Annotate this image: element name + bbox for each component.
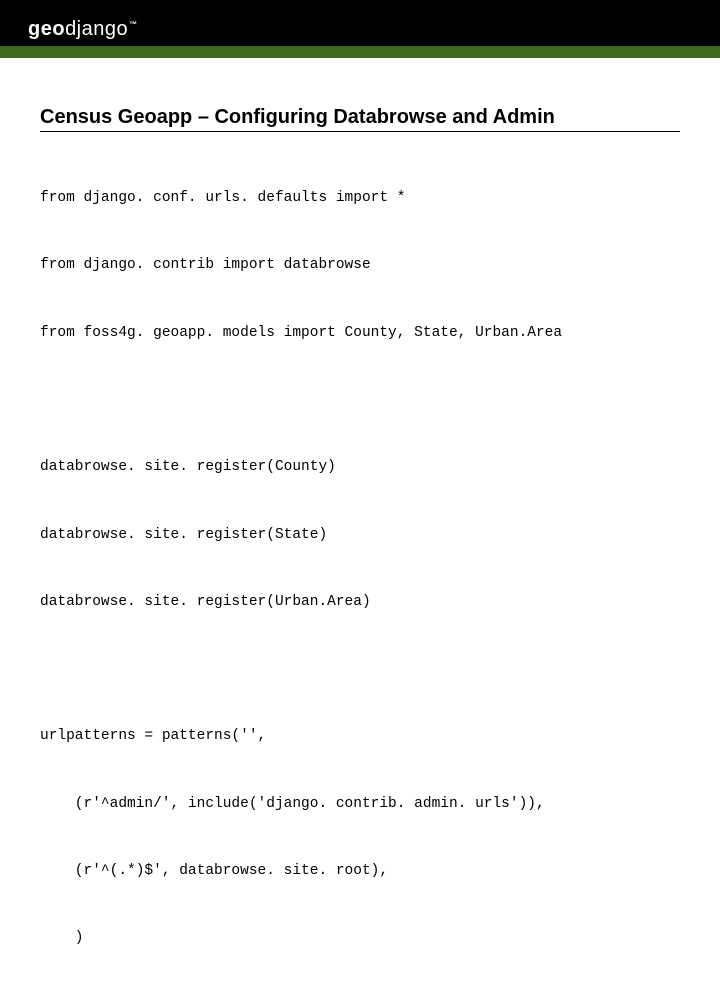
code-line: databrowse. site. register(County) <box>40 456 680 478</box>
code-line: ) <box>40 927 680 949</box>
code-line: (r'^admin/', include('django. contrib. a… <box>40 793 680 815</box>
code-line: databrowse. site. register(Urban.Area) <box>40 591 680 613</box>
trademark-icon: ™ <box>129 20 138 29</box>
brand-geo: geo <box>28 18 65 40</box>
brand-django: django <box>65 18 128 40</box>
code-block-imports: from django. conf. urls. defaults import… <box>40 142 680 389</box>
code-line: from django. conf. urls. defaults import… <box>40 187 680 209</box>
code-line: databrowse. site. register(State) <box>40 524 680 546</box>
code-block-register: databrowse. site. register(County) datab… <box>40 411 680 658</box>
code-line: from foss4g. geoapp. models import Count… <box>40 322 680 344</box>
code-line: from django. contrib import databrowse <box>40 254 680 276</box>
code-line: (r'^(.*)$', databrowse. site. root), <box>40 860 680 882</box>
code-line: urlpatterns = patterns('', <box>40 725 680 747</box>
slide-content: Census Geoapp – Configuring Databrowse a… <box>0 58 720 995</box>
slide-header: geodjango™ <box>0 0 720 58</box>
code-block-urlpatterns: urlpatterns = patterns('', (r'^admin/', … <box>40 680 680 995</box>
page-title: Census Geoapp – Configuring Databrowse a… <box>40 106 680 132</box>
brand-logo: geodjango™ <box>28 18 137 41</box>
